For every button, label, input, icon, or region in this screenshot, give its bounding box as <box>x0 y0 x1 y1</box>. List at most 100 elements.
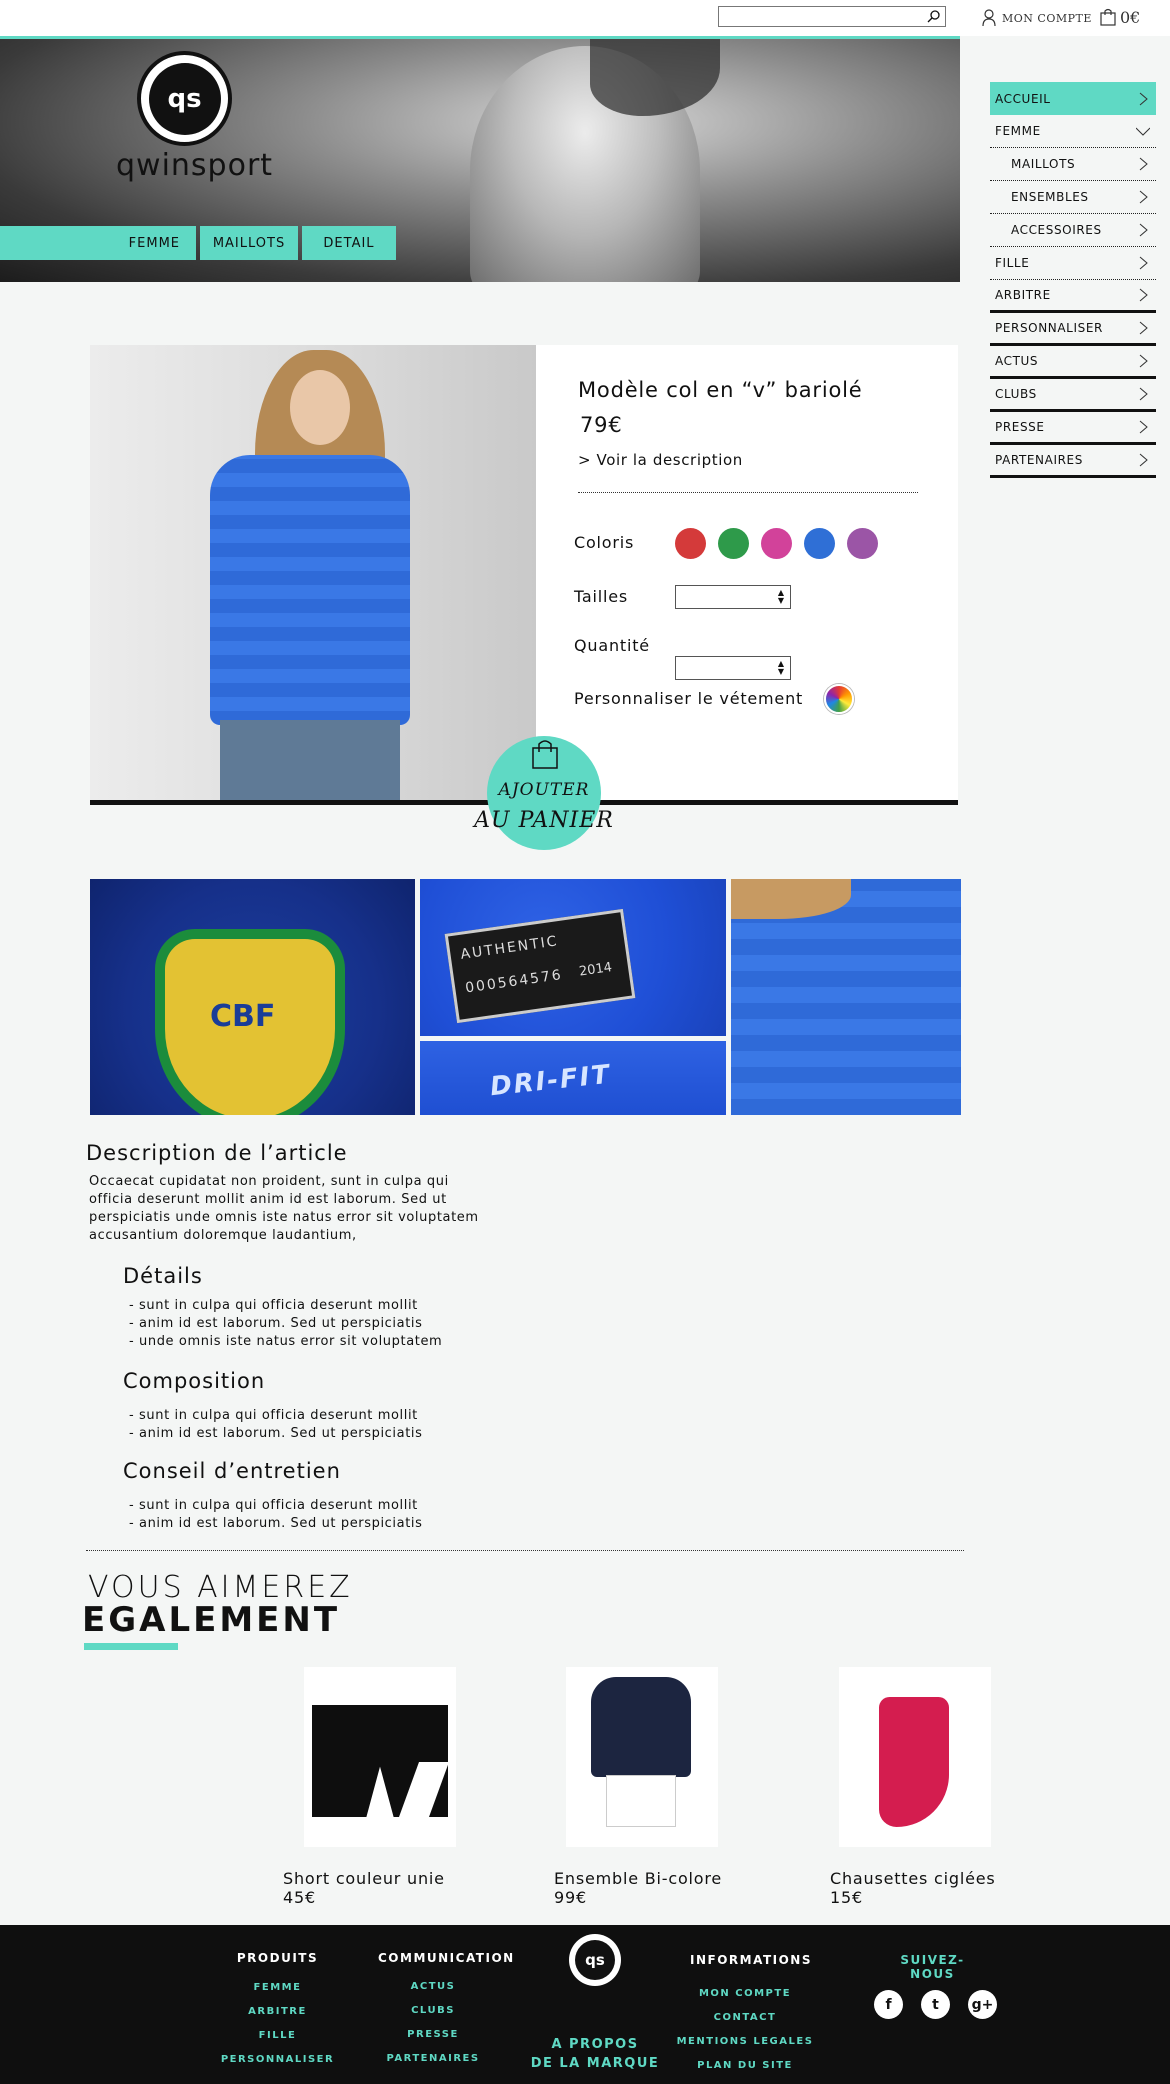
footer-link[interactable]: PRESSE <box>378 2023 488 2047</box>
rainbow-brush-icon[interactable] <box>824 684 854 714</box>
footer-produits-links: FEMME ARBITRE FILLE PERSONNALISER <box>215 1976 340 2072</box>
kit-shorts-image <box>606 1775 676 1827</box>
footer-link[interactable]: FEMME <box>215 1976 340 2000</box>
footer-communication-title: COMMUNICATION <box>378 1951 515 1965</box>
reco-image-socks[interactable] <box>839 1667 991 1847</box>
separator <box>578 492 918 493</box>
search-box[interactable] <box>718 6 946 28</box>
composition-title: Composition <box>123 1369 266 1393</box>
cart-link[interactable]: 0€ <box>1100 6 1140 28</box>
gallery-image-crest[interactable]: CBF <box>90 879 415 1115</box>
breadcrumb-maillots[interactable]: MAILLOTS <box>200 226 298 260</box>
footer-follow-title: SUIVEZ-NOUS <box>900 1953 965 1981</box>
breadcrumb-detail[interactable]: DETAIL <box>302 226 396 260</box>
breadcrumb-femme[interactable]: FEMME <box>0 226 196 260</box>
gallery-image-authentic[interactable]: AUTHENTIC 000564576 2014 <box>420 879 726 1036</box>
footer-communication-links: ACTUS CLUBS PRESSE PARTENAIRES <box>378 1975 488 2071</box>
footer-link[interactable]: PERSONNALISER <box>215 2048 340 2072</box>
footer-link[interactable]: MON COMPTE <box>675 1982 815 2006</box>
color-swatch-blue[interactable] <box>804 528 835 559</box>
brand-name: qwinsport <box>116 148 274 183</box>
facebook-icon[interactable]: f <box>874 1990 903 2019</box>
gallery-image-drifit[interactable]: DRI-FIT <box>420 1041 726 1115</box>
sidebar-item-fille[interactable]: FILLE <box>990 247 1156 280</box>
reco-image-kit[interactable] <box>566 1667 718 1847</box>
product-main-image[interactable] <box>90 345 536 801</box>
view-description-link[interactable]: > Voir la description <box>578 451 743 469</box>
sidebar-item-label: PARTENAIRES <box>995 453 1083 467</box>
sidebar-item-actus[interactable]: ACTUS <box>990 346 1156 379</box>
footer-link[interactable]: CONTACT <box>675 2006 815 2030</box>
composition-list: sunt in culpa qui officia deserunt molli… <box>129 1407 422 1443</box>
stepper-arrows-icon[interactable]: ▲ ▼ <box>778 589 784 605</box>
hero-accent-strip <box>0 36 960 39</box>
sidebar-item-arbitre[interactable]: ARBITRE <box>990 280 1156 313</box>
footer-link[interactable]: MENTIONS LEGALES <box>675 2030 815 2054</box>
footer-about-link[interactable]: A PROPOS DE LA MARQUE <box>520 2035 670 2073</box>
jersey-image <box>210 455 410 725</box>
account-link[interactable]: MON COMPTE <box>982 7 1092 29</box>
sidebar-item-accessoires[interactable]: ACCESSOIRES <box>990 214 1156 247</box>
reco-image-shorts[interactable] <box>304 1667 456 1847</box>
footer-link[interactable]: PLAN DU SITE <box>675 2054 815 2078</box>
footer-link[interactable]: CLUBS <box>378 1999 488 2023</box>
chevron-right-icon <box>1139 157 1148 171</box>
authentic-text: AUTHENTIC <box>459 933 560 963</box>
quantite-label: Quantité <box>574 636 650 655</box>
sidebar-item-presse[interactable]: PRESSE <box>990 412 1156 445</box>
sidebar-item-accueil[interactable]: ACCUEIL <box>990 82 1156 115</box>
add-to-cart-label-1[interactable]: AJOUTER <box>470 780 618 800</box>
footer-link[interactable]: PARTENAIRES <box>378 2047 488 2071</box>
sidebar-item-personnaliser[interactable]: PERSONNALISER <box>990 313 1156 346</box>
chevron-right-icon <box>1139 387 1148 401</box>
color-swatch-pink[interactable] <box>761 528 792 559</box>
cart-amount: 0€ <box>1120 7 1141 27</box>
account-label: MON COMPTE <box>1002 11 1092 25</box>
chevron-right-icon <box>1139 453 1148 467</box>
reco-price: 45€ <box>283 1888 316 1907</box>
color-swatch-purple[interactable] <box>847 528 878 559</box>
quantity-select[interactable]: ▲ ▼ <box>675 656 791 680</box>
search-icon[interactable] <box>927 9 941 23</box>
reco-name[interactable]: Chausettes ciglées <box>830 1869 996 1888</box>
size-select[interactable]: ▲ ▼ <box>675 585 791 609</box>
sidebar-item-label: ENSEMBLES <box>1011 190 1089 204</box>
color-swatches <box>675 528 878 559</box>
search-input[interactable] <box>719 9 919 28</box>
color-swatch-red[interactable] <box>675 528 706 559</box>
shopping-bag-icon <box>1100 8 1116 26</box>
google-plus-icon[interactable]: g+ <box>968 1990 997 2019</box>
reco-title-line2: EGALEMENT <box>82 1600 341 1640</box>
reco-name[interactable]: Ensemble Bi-colore <box>554 1869 722 1888</box>
sidebar-item-maillots[interactable]: MAILLOTS <box>990 148 1156 181</box>
footer-link[interactable]: ARBITRE <box>215 2000 340 2024</box>
model-face <box>290 370 350 445</box>
personnaliser-label: Personnaliser le vétement <box>574 689 804 708</box>
gallery-image-model[interactable] <box>731 879 961 1115</box>
footer-link[interactable]: ACTUS <box>378 1975 488 1999</box>
kit-shirt-image <box>591 1677 691 1777</box>
list-item: sunt in culpa qui officia deserunt molli… <box>129 1297 442 1315</box>
footer-logo-mark: qs <box>575 1940 615 1980</box>
list-item: unde omnis iste natus error sit voluptat… <box>129 1333 442 1351</box>
list-item: anim id est laborum. Sed ut perspiciatis <box>129 1425 422 1443</box>
product-price: 79€ <box>580 413 623 437</box>
sidebar-item-partenaires[interactable]: PARTENAIRES <box>990 445 1156 478</box>
sidebar-item-femme[interactable]: FEMME <box>990 115 1156 148</box>
twitter-icon[interactable]: t <box>921 1990 950 2019</box>
color-swatch-green[interactable] <box>718 528 749 559</box>
sidebar-item-clubs[interactable]: CLUBS <box>990 379 1156 412</box>
add-to-cart-label-2[interactable]: AU PANIER <box>462 808 626 833</box>
details-title: Détails <box>123 1264 203 1288</box>
sidebar-item-ensembles[interactable]: ENSEMBLES <box>990 181 1156 214</box>
logo[interactable]: qs <box>137 51 232 146</box>
sidebar-item-label: ARBITRE <box>995 288 1051 302</box>
description-body: Occaecat cupidatat non proident, sunt in… <box>89 1174 479 1243</box>
footer-link[interactable]: FILLE <box>215 2024 340 2048</box>
reco-name[interactable]: Short couleur unie <box>283 1869 445 1888</box>
footer-logo[interactable]: qs <box>569 1934 621 1986</box>
conseil-title: Conseil d’entretien <box>123 1459 341 1483</box>
stepper-arrows-icon[interactable]: ▲ ▼ <box>778 660 784 676</box>
chevron-right-icon <box>1139 420 1148 434</box>
breadcrumb: FEMME MAILLOTS DETAIL <box>0 226 400 260</box>
